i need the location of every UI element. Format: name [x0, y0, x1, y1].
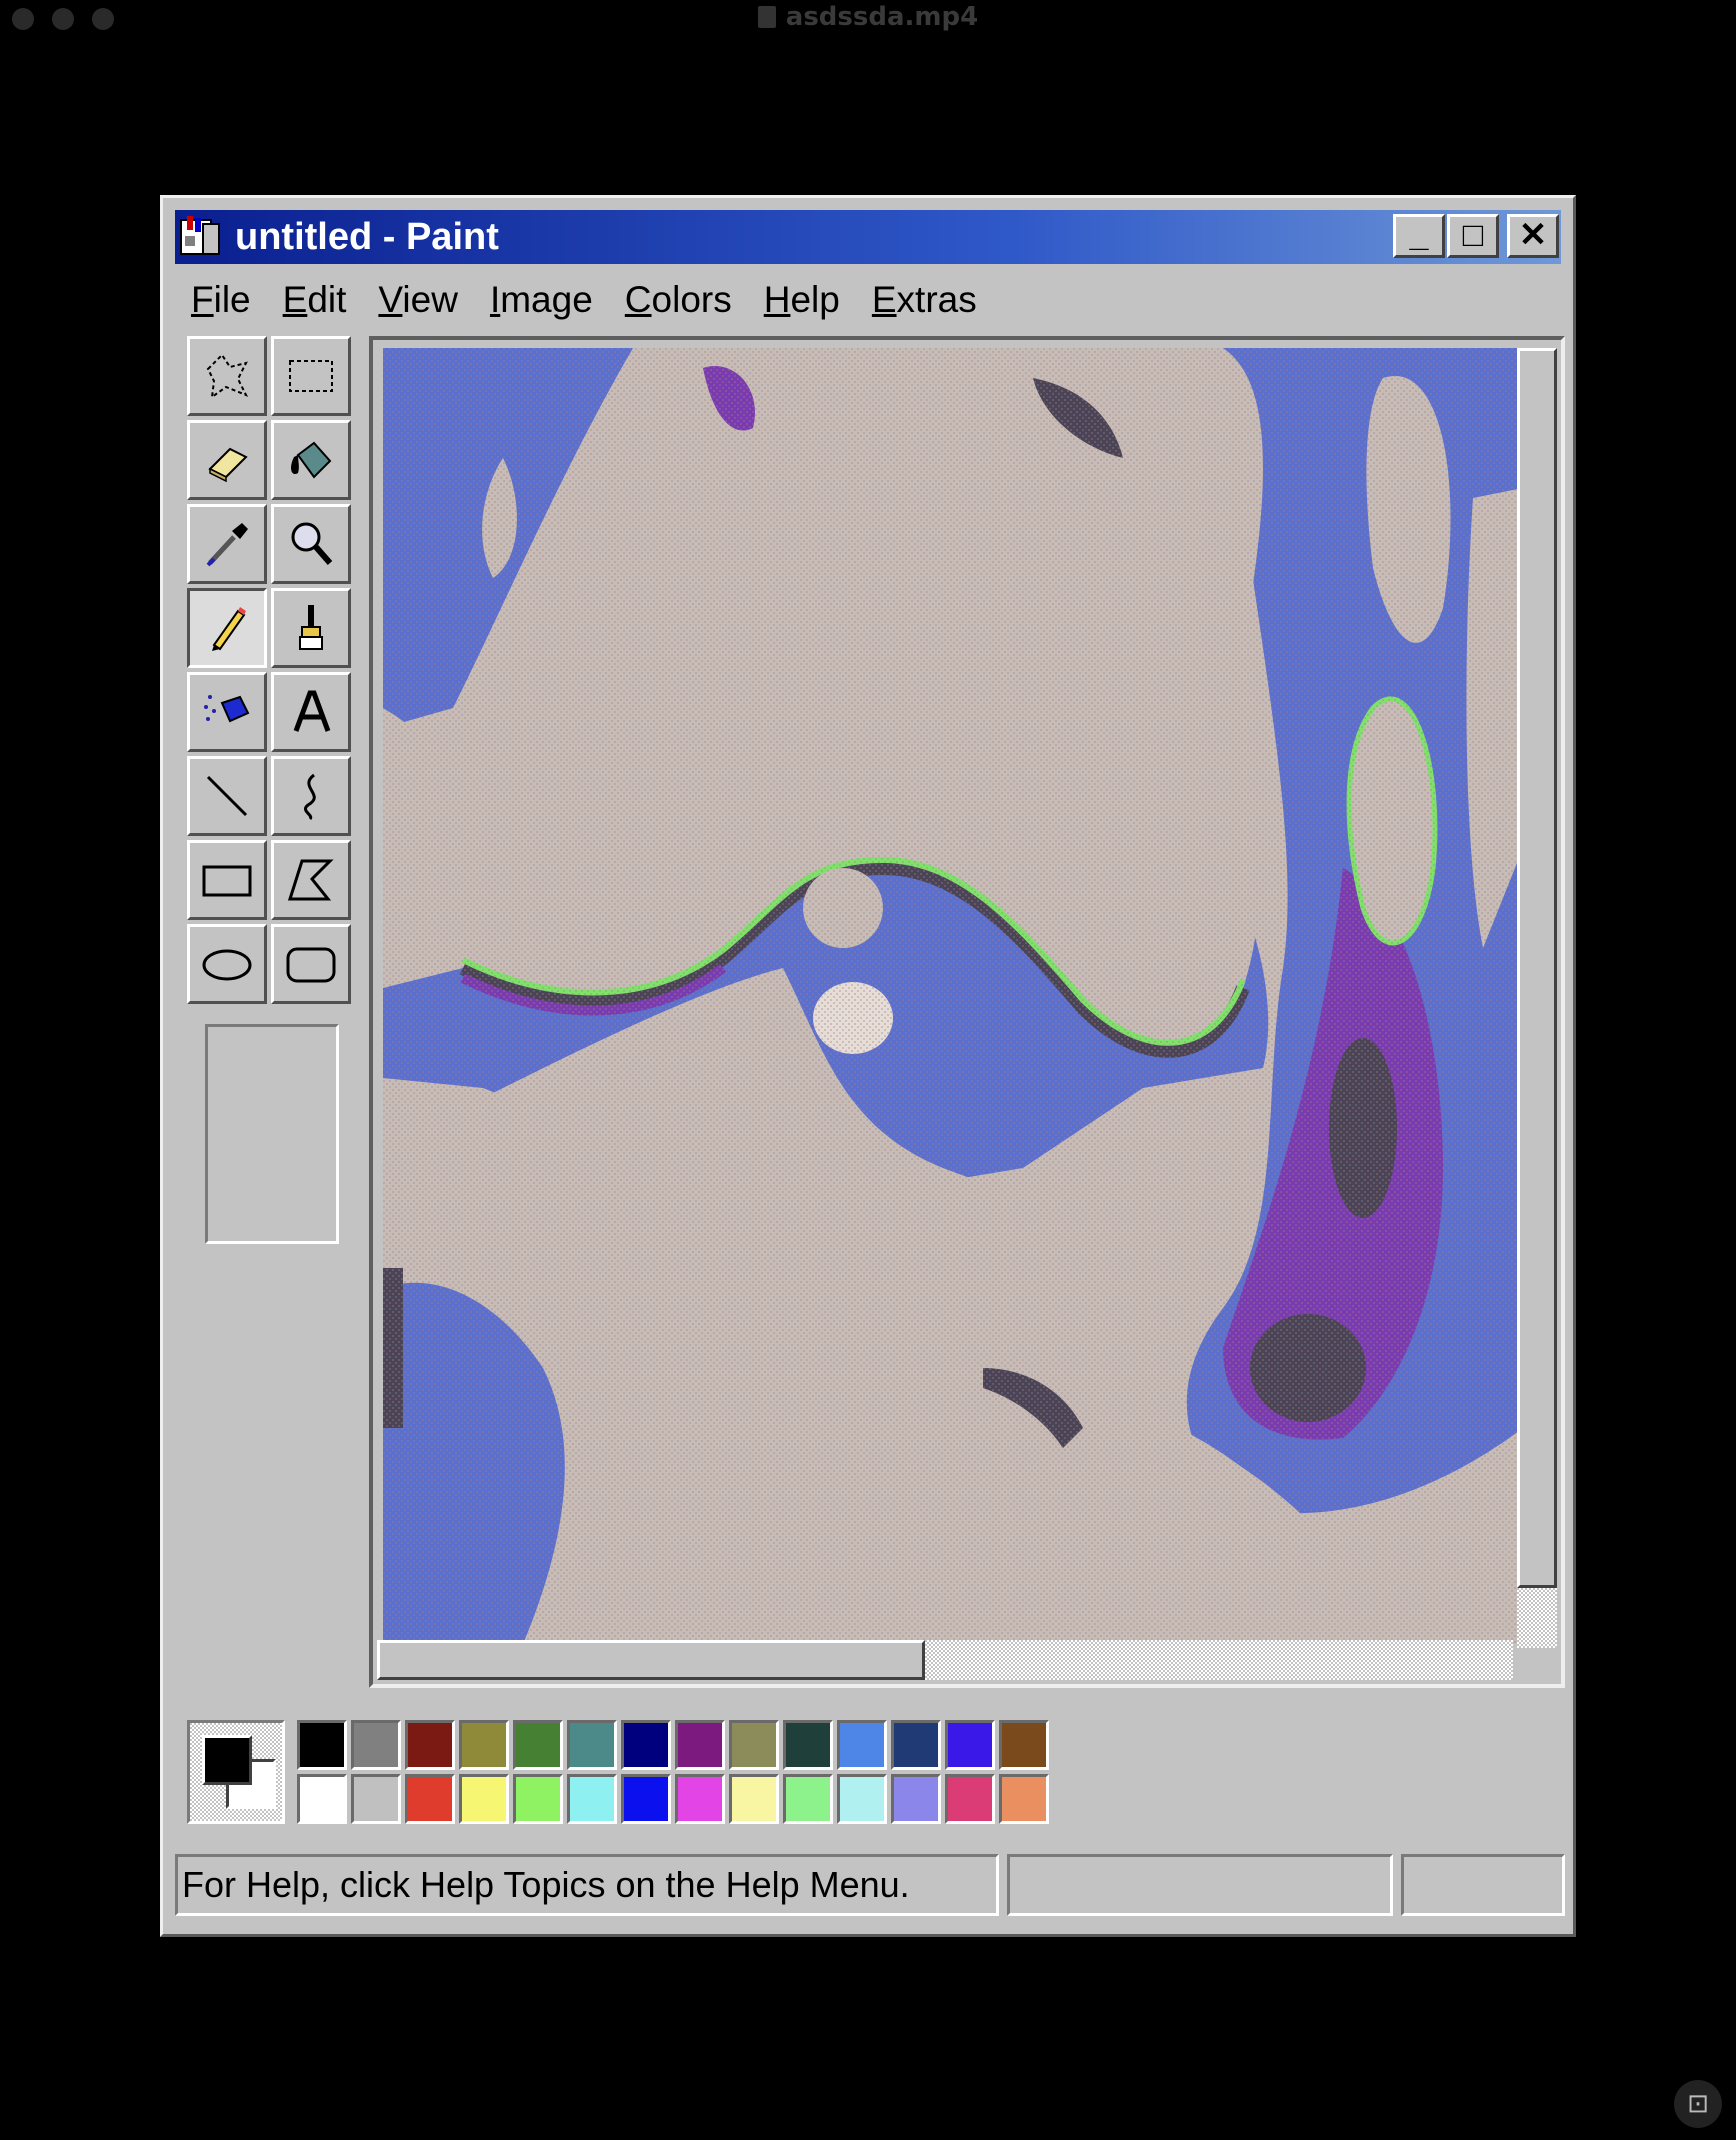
- palette-swatch[interactable]: [297, 1774, 347, 1824]
- menu-image[interactable]: Image: [474, 270, 609, 330]
- tool-color-picker[interactable]: [187, 504, 267, 584]
- palette-swatch[interactable]: [999, 1774, 1049, 1824]
- palette-swatch[interactable]: [837, 1774, 887, 1824]
- palette-swatch[interactable]: [567, 1720, 617, 1770]
- window-title: untitled - Paint: [235, 216, 499, 258]
- palette-swatch[interactable]: [999, 1720, 1049, 1770]
- minimize-button[interactable]: _: [1393, 214, 1445, 258]
- palette-swatch[interactable]: [351, 1720, 401, 1770]
- tool-rounded-rectangle[interactable]: [271, 924, 351, 1004]
- title-bar[interactable]: untitled - Paint _ □ ✕: [175, 210, 1561, 264]
- palette-swatch[interactable]: [675, 1720, 725, 1770]
- palette-swatch[interactable]: [621, 1720, 671, 1770]
- palette-swatch[interactable]: [783, 1774, 833, 1824]
- palette-swatch[interactable]: [837, 1720, 887, 1770]
- current-colors[interactable]: [187, 1720, 285, 1824]
- close-icon: ✕: [1518, 216, 1548, 254]
- palette-swatch[interactable]: [729, 1774, 779, 1824]
- magnifier-icon: [291, 522, 333, 565]
- palette-swatch[interactable]: [459, 1774, 509, 1824]
- close-button[interactable]: ✕: [1507, 214, 1559, 258]
- palette-swatch[interactable]: [513, 1774, 563, 1824]
- maximize-button[interactable]: □: [1447, 214, 1499, 258]
- tool-free-form-select[interactable]: [187, 336, 267, 416]
- palette-swatch[interactable]: [459, 1720, 509, 1770]
- palette-swatch[interactable]: [945, 1774, 995, 1824]
- minimize-icon: _: [1409, 216, 1429, 254]
- canvas-frame: [369, 336, 1565, 1688]
- palette-swatch[interactable]: [513, 1720, 563, 1770]
- drawing-canvas[interactable]: [383, 348, 1523, 1644]
- free-form-select-icon: [206, 353, 249, 400]
- palette-swatch[interactable]: [297, 1720, 347, 1770]
- palette-swatch[interactable]: [621, 1774, 671, 1824]
- host-title-text: asdssda.mp4: [785, 2, 979, 32]
- tool-eraser[interactable]: [187, 420, 267, 500]
- curve-icon: [304, 773, 316, 821]
- tool-magnifier[interactable]: [271, 504, 351, 584]
- palette-swatch[interactable]: [891, 1774, 941, 1824]
- palette-swatch[interactable]: [567, 1774, 617, 1824]
- vertical-scrollbar-track[interactable]: [1517, 1588, 1557, 1648]
- tool-brush[interactable]: [271, 588, 351, 668]
- horizontal-scrollbar-track[interactable]: [925, 1640, 1513, 1680]
- status-help-text: For Help, click Help Topics on the Help …: [175, 1854, 999, 1916]
- tool-options-box[interactable]: [205, 1024, 339, 1244]
- line-icon: [206, 775, 248, 817]
- palette-swatch[interactable]: [729, 1720, 779, 1770]
- host-title: asdssda.mp4: [0, 2, 1736, 32]
- paint-app-icon: [180, 216, 220, 255]
- tool-curve[interactable]: [271, 756, 351, 836]
- palette-swatch[interactable]: [945, 1720, 995, 1770]
- menu-extras[interactable]: Extras: [856, 270, 993, 330]
- status-bar: For Help, click Help Topics on the Help …: [175, 1854, 1565, 1916]
- foreground-color-swatch: [202, 1735, 252, 1785]
- text-icon: [293, 690, 331, 732]
- color-palette: [187, 1720, 1087, 1830]
- palette-swatch[interactable]: [783, 1720, 833, 1770]
- menu-help[interactable]: Help: [748, 270, 856, 330]
- tool-fill[interactable]: [271, 420, 351, 500]
- airbrush-icon: [204, 695, 250, 723]
- tool-rectangle[interactable]: [187, 840, 267, 920]
- menu-edit[interactable]: Edit: [267, 270, 363, 330]
- brush-icon: [299, 605, 323, 650]
- palette-swatch[interactable]: [405, 1720, 455, 1770]
- tool-airbrush[interactable]: [187, 672, 267, 752]
- rectangle-icon: [202, 865, 252, 897]
- maximize-icon: □: [1462, 216, 1484, 254]
- menu-bar: File Edit View Image Colors Help Extras: [175, 270, 993, 330]
- rounded-rectangle-icon: [286, 947, 336, 983]
- select-icon: [289, 360, 333, 392]
- live-text-icon[interactable]: ⊡: [1674, 2080, 1722, 2128]
- palette-swatch[interactable]: [351, 1774, 401, 1824]
- polygon-icon: [287, 859, 334, 901]
- horizontal-scrollbar-thumb[interactable]: [377, 1640, 925, 1680]
- status-coordinates: [1007, 1854, 1393, 1916]
- menu-colors[interactable]: Colors: [609, 270, 748, 330]
- tool-polygon[interactable]: [271, 840, 351, 920]
- menu-view[interactable]: View: [362, 270, 474, 330]
- eraser-icon: [208, 447, 248, 483]
- palette-swatch[interactable]: [405, 1774, 455, 1824]
- tool-text[interactable]: [271, 672, 351, 752]
- pencil-icon: [212, 607, 246, 651]
- color-picker-icon: [206, 523, 248, 567]
- tool-pencil[interactable]: [187, 588, 267, 668]
- tool-select[interactable]: [271, 336, 351, 416]
- canvas-image: [383, 348, 1523, 1644]
- ellipse-icon: [202, 949, 252, 981]
- status-size: [1401, 1854, 1565, 1916]
- fill-bucket-icon: [291, 441, 332, 479]
- palette-swatch[interactable]: [891, 1720, 941, 1770]
- paint-window: untitled - Paint _ □ ✕ File Edit View Im…: [160, 195, 1576, 1937]
- menu-file[interactable]: File: [175, 270, 267, 330]
- vertical-scrollbar-thumb[interactable]: [1517, 348, 1557, 1588]
- file-icon: [757, 6, 776, 28]
- palette-swatch[interactable]: [675, 1774, 725, 1824]
- tool-ellipse[interactable]: [187, 924, 267, 1004]
- tool-line[interactable]: [187, 756, 267, 836]
